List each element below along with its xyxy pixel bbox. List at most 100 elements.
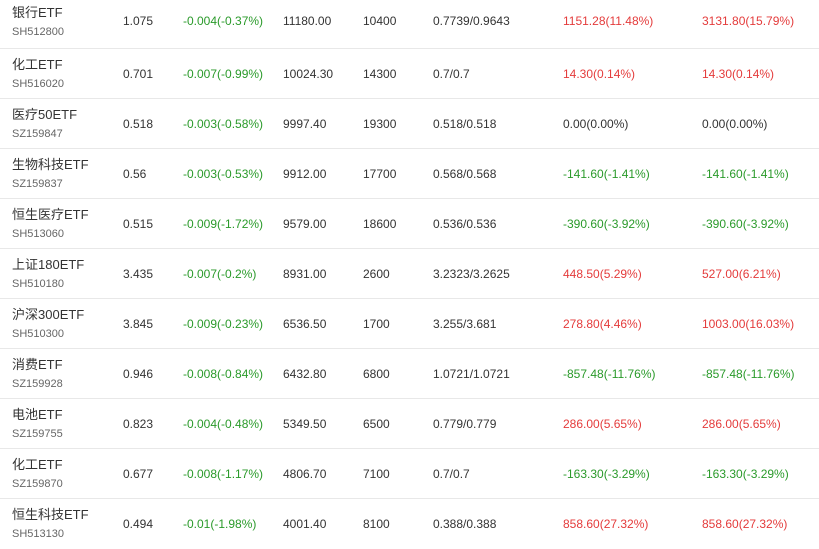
fund-name[interactable]: 沪深300ETF <box>12 306 84 324</box>
market-value: 4806.70 <box>283 466 327 481</box>
market-value: 6432.80 <box>283 366 327 381</box>
fund-name[interactable]: 恒生科技ETF <box>12 506 89 524</box>
fund-name-cell[interactable]: 医疗50ETF SZ159847 <box>12 99 77 148</box>
table-row[interactable]: 银行ETF SH512800 1.075 -0.004(-0.37%) 1118… <box>0 0 819 49</box>
fund-name[interactable]: 消费ETF <box>12 356 63 374</box>
profit-loss-2: -163.30(-3.29%) <box>702 466 789 481</box>
fund-name[interactable]: 银行ETF <box>12 4 63 22</box>
table-row[interactable]: 消费ETF SZ159928 0.946 -0.008(-0.84%) 6432… <box>0 349 819 399</box>
price-change: -0.008(-1.17%) <box>183 466 264 481</box>
price-change: -0.003(-0.58%) <box>183 116 264 131</box>
profit-loss-1: -141.60(-1.41%) <box>563 166 650 181</box>
fund-name-cell[interactable]: 生物科技ETF SZ159837 <box>12 149 89 198</box>
market-value: 11180.00 <box>283 14 332 28</box>
price-change: -0.009(-0.23%) <box>183 316 264 331</box>
holding-quantity: 6500 <box>363 416 390 431</box>
price-change: -0.003(-0.53%) <box>183 166 264 181</box>
holding-quantity: 1700 <box>363 316 390 331</box>
price-change: -0.007(-0.2%) <box>183 266 257 281</box>
profit-loss-2: 858.60(27.32%) <box>702 517 788 531</box>
cost-price: 0.388/0.388 <box>433 517 497 531</box>
table-row[interactable]: 医疗50ETF SZ159847 0.518 -0.003(-0.58%) 99… <box>0 99 819 149</box>
fund-code: SZ159847 <box>12 127 63 140</box>
profit-loss-1: 448.50(5.29%) <box>563 266 642 281</box>
fund-code: SH513130 <box>12 528 64 540</box>
fund-name-cell[interactable]: 恒生科技ETF SH513130 <box>12 499 89 549</box>
current-price: 0.494 <box>123 517 154 531</box>
fund-code: SH513060 <box>12 227 64 240</box>
table-row[interactable]: 恒生医疗ETF SH513060 0.515 -0.009(-1.72%) 95… <box>0 199 819 249</box>
fund-name[interactable]: 化工ETF <box>12 456 63 474</box>
profit-loss-2: 527.00(6.21%) <box>702 266 781 281</box>
fund-name-cell[interactable]: 上证180ETF SH510180 <box>12 249 84 298</box>
profit-loss-2: 0.00(0.00%) <box>702 116 768 131</box>
profit-loss-1: -163.30(-3.29%) <box>563 466 650 481</box>
profit-loss-1: -857.48(-11.76%) <box>563 366 656 381</box>
fund-name[interactable]: 电池ETF <box>12 406 63 424</box>
current-price: 0.518 <box>123 116 154 131</box>
profit-loss-2: -390.60(-3.92%) <box>702 216 789 231</box>
holding-quantity: 2600 <box>363 266 390 281</box>
market-value: 6536.50 <box>283 316 327 331</box>
holding-quantity: 14300 <box>363 66 397 81</box>
table-row[interactable]: 恒生科技ETF SH513130 0.494 -0.01(-1.98%) 400… <box>0 499 819 549</box>
profit-loss-2: 286.00(5.65%) <box>702 416 781 431</box>
fund-code: SH510180 <box>12 277 64 290</box>
fund-name-cell[interactable]: 沪深300ETF SH510300 <box>12 299 84 348</box>
price-change: -0.004(-0.48%) <box>183 416 264 431</box>
profit-loss-1: 1151.28(11.48%) <box>563 14 654 28</box>
fund-name-cell[interactable]: 银行ETF SH512800 <box>12 0 64 52</box>
fund-name-cell[interactable]: 化工ETF SH516020 <box>12 49 64 98</box>
cost-price: 0.518/0.518 <box>433 116 497 131</box>
fund-name[interactable]: 生物科技ETF <box>12 156 89 174</box>
table-row[interactable]: 化工ETF SZ159870 0.677 -0.008(-1.17%) 4806… <box>0 449 819 499</box>
profit-loss-1: 14.30(0.14%) <box>563 66 636 81</box>
market-value: 9579.00 <box>283 216 327 231</box>
current-price: 0.677 <box>123 466 154 481</box>
profit-loss-2: 1003.00(16.03%) <box>702 316 795 331</box>
current-price: 0.701 <box>123 66 154 81</box>
profit-loss-1: -390.60(-3.92%) <box>563 216 650 231</box>
profit-loss-2: -857.48(-11.76%) <box>702 366 795 381</box>
price-change: -0.007(-0.99%) <box>183 66 264 81</box>
fund-name-cell[interactable]: 消费ETF SZ159928 <box>12 349 63 398</box>
holding-quantity: 6800 <box>363 366 390 381</box>
fund-name[interactable]: 医疗50ETF <box>12 106 77 124</box>
profit-loss-1: 0.00(0.00%) <box>563 116 629 131</box>
cost-price: 0.7739/0.9643 <box>433 14 510 28</box>
cost-price: 0.7/0.7 <box>433 66 470 81</box>
table-row[interactable]: 生物科技ETF SZ159837 0.56 -0.003(-0.53%) 991… <box>0 149 819 199</box>
table-row[interactable]: 沪深300ETF SH510300 3.845 -0.009(-0.23%) 6… <box>0 299 819 349</box>
market-value: 9997.40 <box>283 116 327 131</box>
market-value: 10024.30 <box>283 66 334 81</box>
profit-loss-1: 278.80(4.46%) <box>563 316 642 331</box>
cost-price: 1.0721/1.0721 <box>433 366 510 381</box>
price-change: -0.01(-1.98%) <box>183 517 257 531</box>
fund-name[interactable]: 化工ETF <box>12 56 63 74</box>
current-price: 0.56 <box>123 166 147 181</box>
current-price: 0.823 <box>123 416 154 431</box>
fund-name-cell[interactable]: 恒生医疗ETF SH513060 <box>12 199 89 248</box>
price-change: -0.008(-0.84%) <box>183 366 264 381</box>
current-price: 0.946 <box>123 366 154 381</box>
price-change: -0.004(-0.37%) <box>183 14 264 28</box>
holding-quantity: 17700 <box>363 166 397 181</box>
market-value: 9912.00 <box>283 166 327 181</box>
fund-name[interactable]: 恒生医疗ETF <box>12 206 89 224</box>
fund-code: SZ159837 <box>12 177 63 190</box>
table-row[interactable]: 上证180ETF SH510180 3.435 -0.007(-0.2%) 89… <box>0 249 819 299</box>
cost-price: 0.568/0.568 <box>433 166 497 181</box>
cost-price: 3.2323/3.2625 <box>433 266 510 281</box>
profit-loss-1: 858.60(27.32%) <box>563 517 649 531</box>
holding-quantity: 19300 <box>363 116 397 131</box>
fund-name[interactable]: 上证180ETF <box>12 256 84 274</box>
cost-price: 3.255/3.681 <box>433 316 497 331</box>
fund-name-cell[interactable]: 电池ETF SZ159755 <box>12 399 63 448</box>
profit-loss-2: 3131.80(15.79%) <box>702 14 795 28</box>
table-row[interactable]: 电池ETF SZ159755 0.823 -0.004(-0.48%) 5349… <box>0 399 819 449</box>
fund-name-cell[interactable]: 化工ETF SZ159870 <box>12 449 63 498</box>
current-price: 1.075 <box>123 14 154 28</box>
fund-code: SH510300 <box>12 327 64 340</box>
etf-holdings-table: 银行ETF SH512800 1.075 -0.004(-0.37%) 1118… <box>0 0 819 549</box>
table-row[interactable]: 化工ETF SH516020 0.701 -0.007(-0.99%) 1002… <box>0 49 819 99</box>
